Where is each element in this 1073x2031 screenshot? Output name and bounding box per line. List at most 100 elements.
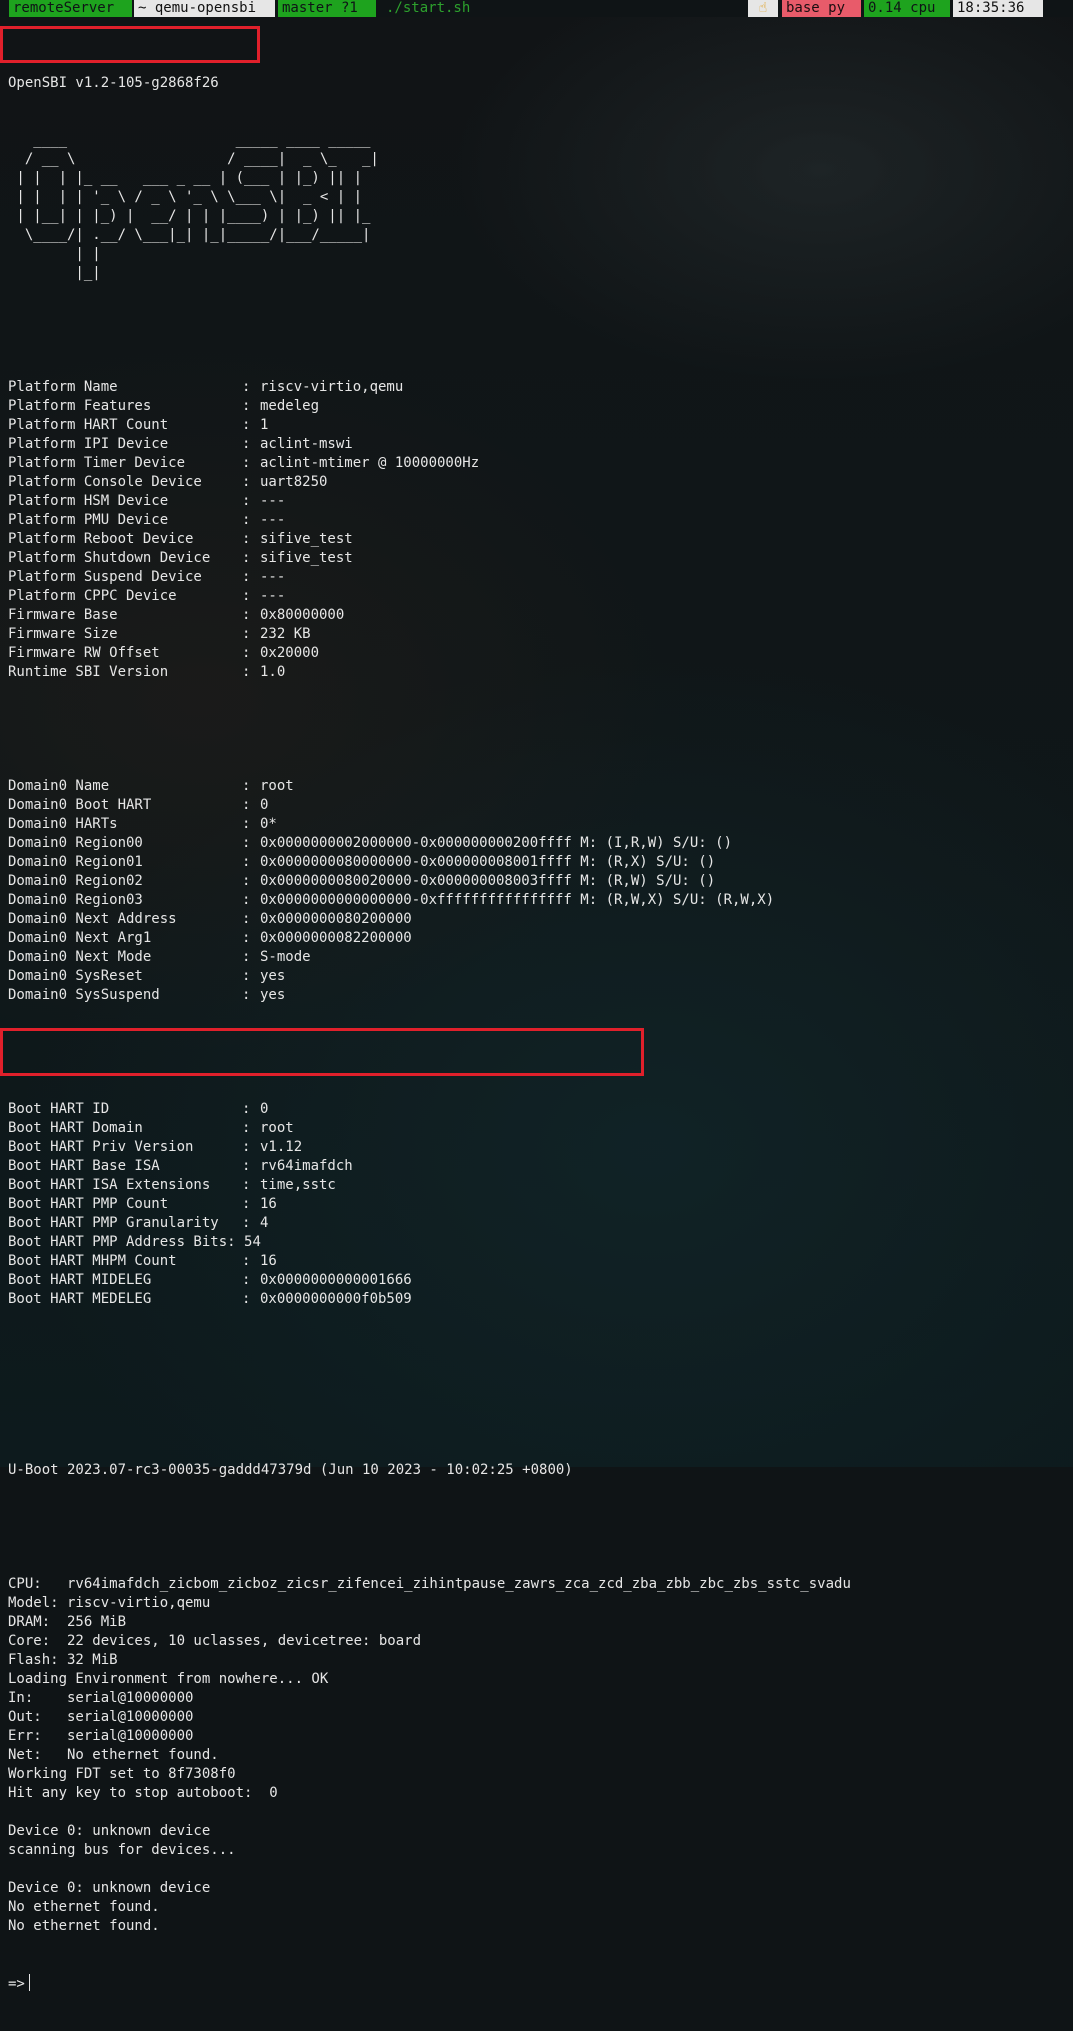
boot-hart-key: Boot HART ISA Extensions (8, 1177, 211, 1193)
uboot-line: Working FDT set to 8f7308f0 (8, 1766, 236, 1782)
uboot-line: Device 0: unknown device (8, 1880, 211, 1896)
platform-value: aclint-mswi (260, 436, 353, 452)
git-branch-segment: master ?1 (278, 0, 376, 17)
domain-separator: : (242, 968, 259, 984)
platform-separator: : (242, 493, 259, 509)
domain-key: Domain0 Boot HART (8, 797, 152, 813)
domain-value: 0x0000000082200000 (260, 930, 412, 946)
logo-line: | | | | '_ \ / _ \ '_ \ \___ \| _ < | | (8, 189, 363, 205)
platform-value: 0x80000000 (260, 607, 345, 623)
platform-row: Firmware RW Offset: 0x20000 (8, 644, 851, 663)
cpu-segment: 0.14 cpu (864, 0, 950, 17)
boot-hart-separator: : (242, 1101, 259, 1117)
platform-key: Firmware Size (8, 626, 118, 642)
domain-row: Domain0 Next Arg1: 0x0000000082200000 (8, 929, 851, 948)
platform-separator: : (242, 588, 259, 604)
logo-line: | |__| | |_) | __/ | | |____) | |_) || |… (8, 208, 371, 224)
boot-hart-key: Boot HART PMP Address Bits (8, 1234, 228, 1250)
domain-separator: : (242, 930, 259, 946)
domain-separator: : (242, 797, 259, 813)
boot-hart-row: Boot HART MHPM Count: 16 (8, 1252, 851, 1271)
domain-key: Domain0 Region00 (8, 835, 143, 851)
platform-row: Platform HART Count: 1 (8, 416, 851, 435)
domain-row: Domain0 Name: root (8, 777, 851, 796)
platform-value: 1 (260, 417, 269, 433)
platform-value: sifive_test (260, 531, 353, 547)
uboot-line: No ethernet found. (8, 1918, 160, 1934)
boot-hart-separator: : (242, 1139, 259, 1155)
text-cursor (28, 1974, 30, 1991)
platform-value: --- (260, 512, 286, 528)
boot-hart-value: 16 (260, 1196, 277, 1212)
platform-key: Platform Features (8, 398, 152, 414)
uboot-line: Device 0: unknown device (8, 1823, 211, 1839)
domain-key: Domain0 Next Mode (8, 949, 152, 965)
platform-separator: : (242, 664, 259, 680)
logo-line: / __ \ / ____| _ \_ _| (8, 151, 379, 167)
boot-hart-separator: : (242, 1158, 259, 1174)
domain-value: 0* (260, 816, 277, 832)
platform-row: Platform Timer Device: aclint-mtimer @ 1… (8, 454, 851, 473)
boot-hart-value: time,sstc (260, 1177, 336, 1193)
uboot-line: scanning bus for devices... (8, 1842, 236, 1858)
boot-hart-row: Boot HART Base ISA: rv64imafdch (8, 1157, 851, 1176)
platform-separator: : (242, 417, 259, 433)
platform-value: medeleg (260, 398, 320, 414)
boot-hart-key: Boot HART MEDELEG (8, 1291, 152, 1307)
domain-separator: : (242, 892, 259, 908)
platform-info-section: Platform Name: riscv-virtio,qemu Platform… (8, 378, 851, 682)
domain-key: Domain0 Region02 (8, 873, 143, 889)
boot-hart-value: 0x0000000000f0b509 (260, 1291, 412, 1307)
uboot-line: Loading Environment from nowhere... OK (8, 1671, 329, 1687)
boot-hart-value: 0 (260, 1101, 269, 1117)
platform-key: Platform HART Count (8, 417, 169, 433)
boot-hart-value: 16 (260, 1253, 277, 1269)
boot-hart-value: rv64imafdch (260, 1158, 353, 1174)
platform-key: Platform Console Device (8, 474, 202, 490)
directory-segment: ~ qemu-opensbi (134, 0, 275, 17)
uboot-line: Net: No ethernet found. (8, 1747, 219, 1763)
platform-value: --- (260, 493, 286, 509)
platform-row: Platform Features: medeleg (8, 397, 851, 416)
platform-separator: : (242, 569, 259, 585)
platform-key: Platform Reboot Device (8, 531, 194, 547)
boot-hart-row: Boot HART ID: 0 (8, 1100, 851, 1119)
uboot-line: Out: serial@10000000 (8, 1709, 194, 1725)
boot-hart-row: Boot HART PMP Address Bits: 54 (8, 1233, 851, 1252)
uboot-line (8, 1803, 851, 1822)
platform-row: Platform Reboot Device: sifive_test (8, 530, 851, 549)
domain-row: Domain0 Boot HART: 0 (8, 796, 851, 815)
prompt-status-bar: remoteServer ~ qemu-opensbi master ?1 ./… (0, 0, 1073, 17)
platform-separator: : (242, 398, 259, 414)
domain-separator: : (242, 778, 259, 794)
boot-hart-row: Boot HART MEDELEG: 0x0000000000f0b509 (8, 1290, 851, 1309)
platform-row: Platform PMU Device: --- (8, 511, 851, 530)
platform-key: Platform IPI Device (8, 436, 169, 452)
platform-key: Platform Timer Device (8, 455, 186, 471)
platform-separator: : (242, 455, 259, 471)
domain-value: S-mode (260, 949, 311, 965)
boot-hart-separator: : (242, 1291, 259, 1307)
domain-separator: : (242, 987, 259, 1003)
uboot-prompt-line[interactable]: => (8, 1974, 851, 1993)
opensbi-ascii-logo: ____ _____ ____ _____ / __ \ / ____| _ \… (8, 131, 851, 283)
domain-key: Domain0 Region03 (8, 892, 143, 908)
domain-key: Domain0 SysReset (8, 968, 143, 984)
domain-separator: : (242, 949, 259, 965)
platform-key: Firmware RW Offset (8, 645, 160, 661)
boot-hart-row: Boot HART MIDELEG: 0x0000000000001666 (8, 1271, 851, 1290)
platform-key: Platform CPPC Device (8, 588, 177, 604)
uboot-line: Err: serial@10000000 (8, 1728, 194, 1744)
opensbi-header: OpenSBI v1.2-105-g2868f26 (8, 75, 219, 91)
platform-row: Platform IPI Device: aclint-mswi (8, 435, 851, 454)
platform-value: sifive_test (260, 550, 353, 566)
platform-separator: : (242, 531, 259, 547)
platform-row: Runtime SBI Version: 1.0 (8, 663, 851, 682)
boot-hart-key: Boot HART Priv Version (8, 1139, 194, 1155)
domain-key: Domain0 SysSuspend (8, 987, 160, 1003)
uboot-header: U-Boot 2023.07-rc3-00035-gaddd47379d (Ju… (8, 1462, 573, 1478)
boot-hart-row: Boot HART Domain: root (8, 1119, 851, 1138)
boot-hart-row: Boot HART ISA Extensions: time,sstc (8, 1176, 851, 1195)
domain-value: yes (260, 968, 286, 984)
platform-key: Firmware Base (8, 607, 118, 623)
